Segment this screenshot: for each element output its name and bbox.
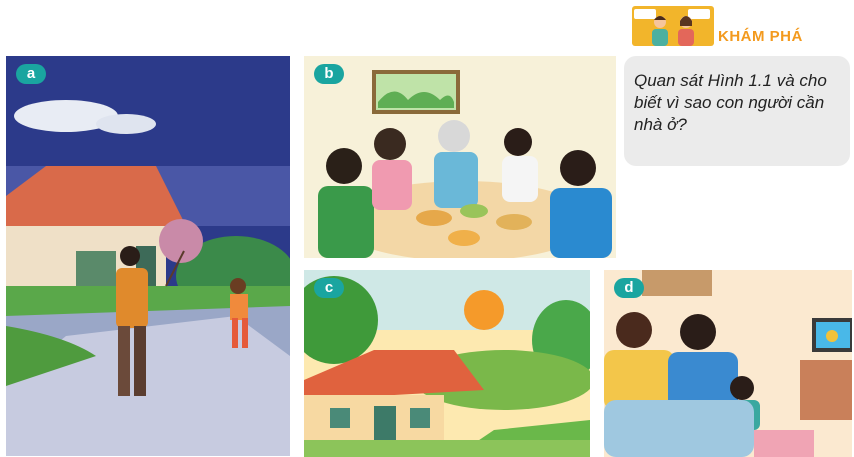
panel-label-a: a xyxy=(16,64,46,84)
family-tv-illustration xyxy=(604,270,852,457)
illustration-panel-a: a xyxy=(6,56,290,456)
question-text: Quan sát Hình 1.1 và cho biết vì sao con… xyxy=(634,71,827,134)
section-title: KHÁM PHÁ xyxy=(718,28,803,45)
question-box: Quan sát Hình 1.1 và cho biết vì sao con… xyxy=(624,56,850,166)
evening-house-illustration xyxy=(6,56,290,456)
illustration-panel-d: d xyxy=(604,270,852,457)
panel-label-c: c xyxy=(314,278,344,298)
kham-pha-header: KHÁM PHÁ xyxy=(630,6,850,46)
illustration-panel-b: b xyxy=(304,56,616,258)
panel-label-d: d xyxy=(614,278,644,298)
family-meal-illustration xyxy=(304,56,616,258)
two-people-discussion-icon xyxy=(632,6,714,46)
sunny-house-illustration xyxy=(304,270,590,457)
illustration-panel-c: c xyxy=(304,270,590,457)
panel-label-b: b xyxy=(314,64,344,84)
